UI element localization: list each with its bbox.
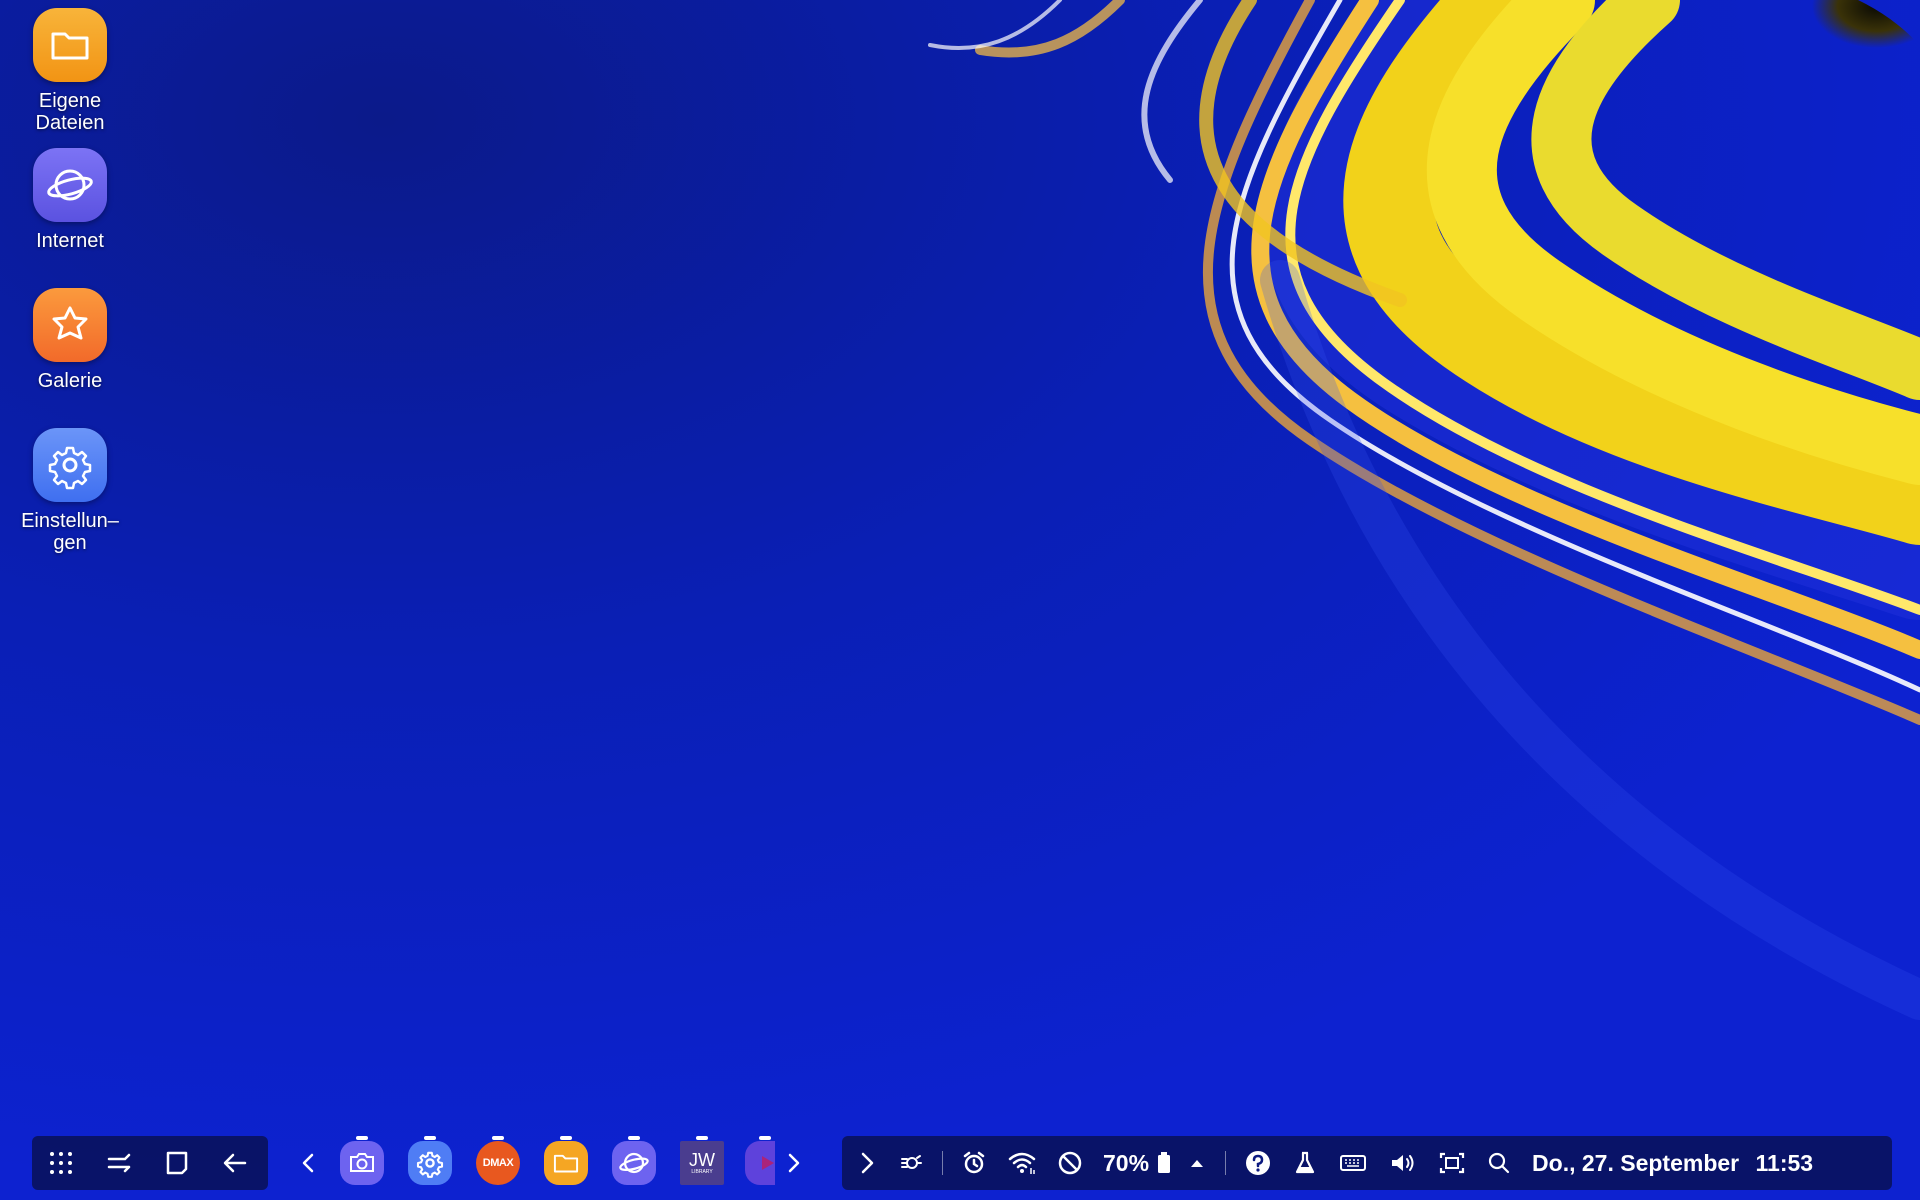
taskbar-app-video[interactable] <box>745 1136 775 1190</box>
desktop-wallpaper <box>0 0 1920 1200</box>
running-indicator <box>560 1136 572 1140</box>
system-tray: 70% Do., 27. September 11:53 <box>842 1136 1892 1190</box>
folder-icon <box>544 1141 588 1185</box>
taskbar-app-jw-library[interactable]: JW LIBRARY <box>677 1136 727 1190</box>
grid-dots-icon <box>50 1152 72 1174</box>
screen-capture-icon <box>1439 1152 1465 1174</box>
apps-scroll-left-button[interactable] <box>290 1136 328 1190</box>
desktop-icon-label: Einstellun– gen <box>21 510 119 554</box>
recents-button[interactable] <box>90 1136 148 1190</box>
tray-separator <box>942 1151 943 1175</box>
battery-percent: 70% <box>1103 1149 1150 1176</box>
caret-up-icon <box>1191 1160 1204 1167</box>
tray-overflow-button[interactable] <box>1177 1136 1217 1190</box>
back-arrow-icon <box>223 1153 247 1173</box>
desktop-icon-label: Galerie <box>37 370 103 392</box>
alarm-clock-icon <box>963 1151 985 1174</box>
dmax-logo-text: DMAX <box>482 1157 514 1169</box>
camera-icon <box>340 1141 384 1185</box>
taskbar-app-camera[interactable] <box>337 1136 387 1190</box>
home-square-icon <box>166 1151 188 1175</box>
volume-button[interactable] <box>1378 1136 1428 1190</box>
search-button[interactable] <box>1476 1136 1522 1190</box>
flower-icon <box>33 288 107 362</box>
tray-separator <box>1225 1151 1227 1175</box>
running-indicator <box>759 1136 771 1140</box>
search-icon <box>1488 1152 1510 1174</box>
running-indicator <box>696 1136 708 1140</box>
apps-button[interactable] <box>32 1136 90 1190</box>
chevron-left-icon <box>302 1153 314 1173</box>
jw-library-logo-icon: JW LIBRARY <box>680 1141 724 1185</box>
keyboard-icon <box>1340 1155 1367 1171</box>
play-icon <box>745 1141 775 1185</box>
recents-icon <box>107 1153 131 1173</box>
keyboard-button[interactable] <box>1328 1136 1378 1190</box>
desktop-icon-my-files[interactable]: Eigene Dateien <box>10 8 130 134</box>
taskbar-app-my-files[interactable] <box>541 1136 591 1190</box>
running-indicator <box>356 1136 368 1140</box>
do-not-disturb-button[interactable] <box>1047 1136 1093 1190</box>
running-indicator <box>628 1136 640 1140</box>
time-text: 11:53 <box>1755 1149 1814 1176</box>
desktop-icon-label: Eigene Dateien <box>35 90 105 134</box>
wifi-status-button[interactable] <box>997 1136 1047 1190</box>
taskbar-app-settings[interactable] <box>405 1136 455 1190</box>
planet-icon <box>612 1141 656 1185</box>
labs-button[interactable] <box>1282 1136 1328 1190</box>
help-circle-icon <box>1246 1151 1271 1175</box>
jw-logo-subtext: LIBRARY <box>691 1168 713 1175</box>
back-button[interactable] <box>206 1136 264 1190</box>
planet-icon <box>33 148 107 222</box>
alarm-status-button[interactable] <box>951 1136 997 1190</box>
running-indicator <box>424 1136 436 1140</box>
desktop-icon-label: Internet <box>36 230 104 252</box>
gear-icon <box>408 1141 452 1185</box>
dmax-logo-icon: DMAX <box>476 1141 520 1185</box>
wifi-icon <box>1008 1152 1036 1174</box>
date-text: Do., 27. September <box>1532 1149 1740 1176</box>
taskbar-nav-panel <box>32 1136 268 1190</box>
jw-logo-text: JW <box>689 1149 715 1170</box>
home-button[interactable] <box>148 1136 206 1190</box>
chevron-right-icon <box>861 1152 874 1174</box>
desktop-icon-gallery[interactable]: Galerie <box>10 288 130 392</box>
battery-icon <box>1158 1152 1171 1173</box>
taskbar-app-dmax[interactable]: DMAX <box>473 1136 523 1190</box>
apps-scroll-right-button[interactable] <box>775 1136 811 1190</box>
running-indicator <box>492 1136 504 1140</box>
taskbar-app-strip: DMAX JW LIBRARY <box>290 1136 811 1190</box>
tray-app-button[interactable] <box>888 1136 934 1190</box>
gear-icon <box>33 428 107 502</box>
desktop-icon-settings[interactable]: Einstellun– gen <box>10 428 130 554</box>
screenshot-button[interactable] <box>1428 1136 1476 1190</box>
speaker-volume-icon <box>1392 1155 1414 1171</box>
tray-expand-button[interactable] <box>846 1136 888 1190</box>
sync-bird-icon <box>901 1155 922 1169</box>
date-time[interactable]: Do., 27. September 11:53 <box>1522 1150 1831 1177</box>
taskbar-app-internet[interactable] <box>609 1136 659 1190</box>
folder-icon <box>33 8 107 82</box>
battery-status[interactable]: 70% <box>1093 1136 1177 1190</box>
flask-icon <box>1295 1151 1315 1174</box>
block-icon <box>1058 1151 1082 1175</box>
chevron-right-icon <box>788 1153 800 1173</box>
desktop-icon-internet[interactable]: Internet <box>10 148 130 252</box>
help-button[interactable] <box>1234 1136 1282 1190</box>
